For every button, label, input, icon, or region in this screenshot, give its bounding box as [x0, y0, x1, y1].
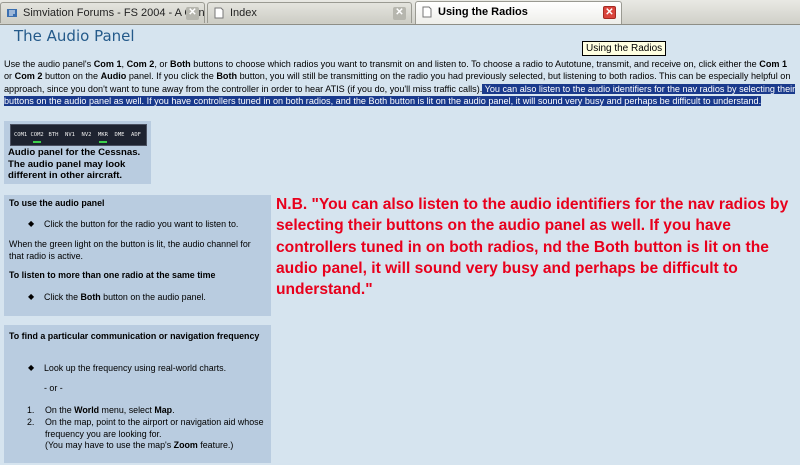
or-separator: - or -	[44, 383, 63, 393]
close-icon[interactable]: ✕	[603, 6, 616, 19]
page-title: The Audio Panel	[14, 27, 135, 45]
note-text: N.B. "You can also listen to the audio i…	[276, 196, 789, 299]
audio-panel-button-bth: BTH	[48, 132, 59, 138]
box-text: When the green light on the button is li…	[9, 239, 251, 261]
green-light-indicator	[99, 141, 107, 143]
close-icon[interactable]: ✕	[186, 7, 199, 20]
step-number: 2.	[27, 417, 35, 427]
tab-index[interactable]: Index ✕	[207, 2, 412, 23]
tab-label: Simviation Forums - FS 2004 - A Centu...	[23, 7, 205, 19]
audio-panel-button-dme: DME	[114, 132, 125, 138]
step-number: 1.	[27, 405, 35, 415]
close-icon[interactable]: ✕	[393, 7, 406, 20]
audio-panel-button-com1: COM1	[14, 132, 28, 138]
tab-bar: Simviation Forums - FS 2004 - A Centu...…	[0, 0, 800, 25]
audio-panel-button-nv2: NV2	[81, 132, 92, 138]
box-heading: To listen to more than one radio at the …	[9, 270, 216, 280]
instructions-box-audio-panel: To use the audio panel ◆ Click the button…	[4, 195, 271, 316]
page-icon	[422, 6, 432, 18]
tab-label: Index	[230, 7, 257, 19]
tooltip: Using the Radios	[582, 41, 667, 56]
audio-panel-button-adf: ADF	[131, 132, 141, 138]
tab-using-the-radios[interactable]: Using the Radios ✕	[415, 1, 622, 24]
figure-caption: Audio panel for the Cessnas. The audio p…	[8, 147, 141, 181]
tab-label: Using the Radios	[438, 6, 528, 18]
audio-panel-button-com2: COM2	[30, 132, 44, 138]
forum-icon	[7, 9, 17, 17]
instructions-box-frequency: To find a particular communication or na…	[4, 325, 271, 463]
intro-paragraph: Use the audio panel's Com 1, Com 2, or B…	[4, 59, 796, 106]
page-icon	[214, 7, 224, 19]
audio-panel-button-mkr: MKR	[98, 132, 108, 138]
green-light-indicator	[33, 141, 41, 143]
page-content: The Audio Panel Using the Radios Use the…	[0, 25, 800, 465]
tab-simviation-forums[interactable]: Simviation Forums - FS 2004 - A Centu...…	[0, 2, 205, 23]
audio-panel-image: COM1 COM2 BTH NV1 NV2 MKR DME ADF	[10, 124, 147, 146]
box-heading: To use the audio panel	[9, 198, 105, 208]
audio-panel-figure: COM1 COM2 BTH NV1 NV2 MKR DME ADF Audio panel f…	[4, 121, 151, 184]
box-heading: To find a particular communication or na…	[9, 331, 260, 341]
step-text: On the map, point to the airport or navi…	[45, 417, 264, 450]
audio-panel-button-nv1: NV1	[65, 132, 75, 138]
step-text: On the World menu, select Map.	[45, 405, 175, 415]
